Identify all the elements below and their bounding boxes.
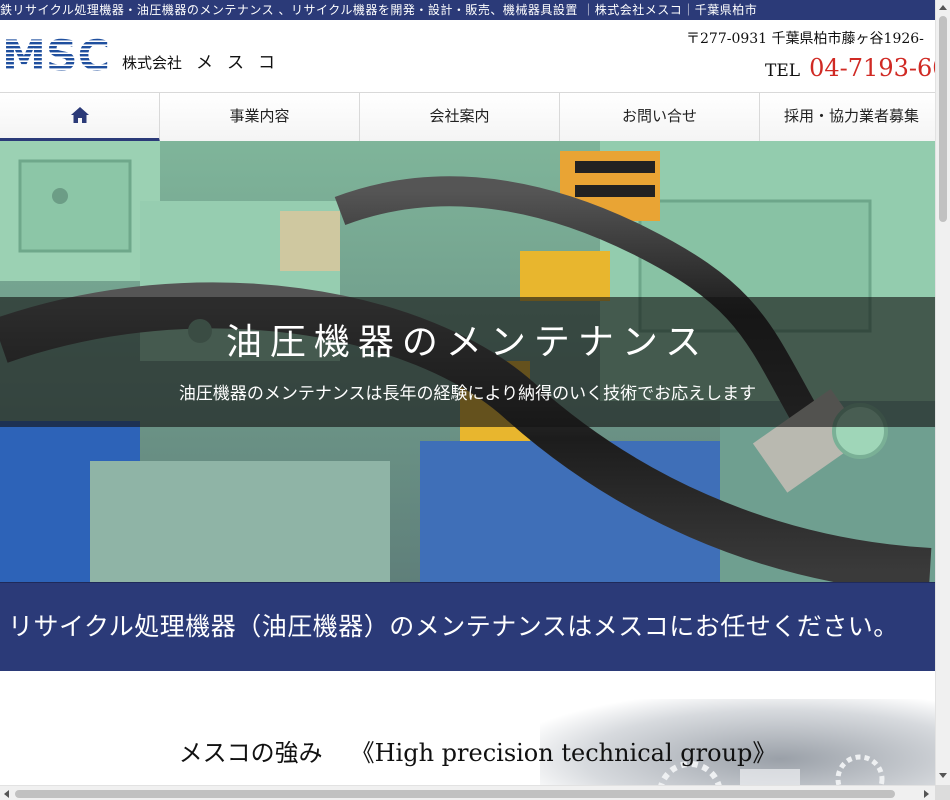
nav-item-recruit[interactable]: 採用・協力業者募集 <box>760 93 935 142</box>
strength-title-en: 《High precision technical group》 <box>350 739 777 767</box>
strength-heading: メスコの強み 《High precision technical group》 <box>0 733 935 768</box>
nav-item-label: 事業内容 <box>229 107 290 125</box>
tel-block: TEL 04-7193-600 <box>765 54 935 82</box>
nav-item-company[interactable]: 会社案内 <box>360 93 560 142</box>
strength-section: メスコの強み 《High precision technical group》 <box>0 671 935 785</box>
nav-item-label: 採用・協力業者募集 <box>784 107 920 125</box>
nav-item-label: お問い合せ <box>621 107 697 125</box>
strength-title-jp: メスコの強み <box>178 739 323 767</box>
nav-item-contact[interactable]: お問い合せ <box>560 93 760 142</box>
scroll-up-arrow-icon[interactable] <box>939 5 947 10</box>
hero-subtitle: 油圧機器のメンテナンスは長年の経験により納得のいく技術でお応えします <box>178 384 757 404</box>
hero-slider: 油圧機器のメンテナンス 油圧機器のメンテナンスは長年の経験により納得のいく技術で… <box>0 141 935 582</box>
company-katakana: メスコ <box>196 53 290 73</box>
company-name: 株式会社 メスコ <box>122 48 289 73</box>
site-header: MSC 株式会社 メスコ 〒277-0931 千葉県柏市藤ヶ谷1926- TEL … <box>0 20 935 92</box>
horizontal-scrollbar[interactable] <box>0 785 935 800</box>
nav-item-business[interactable]: 事業内容 <box>160 93 360 142</box>
scroll-left-arrow-icon[interactable] <box>4 790 9 798</box>
horizontal-scroll-thumb[interactable] <box>15 790 895 798</box>
vertical-scrollbar[interactable] <box>935 0 950 785</box>
catchphrase-text: リサイクル処理機器（油圧機器）のメンテナンスはメスコにお任せください。 <box>8 612 899 641</box>
company-prefix: 株式会社 <box>122 54 183 72</box>
tel-label: TEL <box>765 61 801 81</box>
hero-title: 油圧機器のメンテナンス <box>225 322 710 363</box>
company-address: 〒277-0931 千葉県柏市藤ヶ谷1926- <box>686 31 924 47</box>
global-nav: 事業内容 会社案内 お問い合せ 採用・協力業者募集 <box>0 92 935 142</box>
scroll-down-arrow-icon[interactable] <box>939 773 947 778</box>
scrollbar-corner <box>935 785 950 800</box>
svg-text:MSC: MSC <box>2 34 110 74</box>
msc-logo[interactable]: MSC <box>2 34 112 74</box>
vertical-scroll-thumb[interactable] <box>939 16 947 222</box>
tel-number[interactable]: 04-7193-600 <box>809 54 935 82</box>
catchphrase-banner: リサイクル処理機器（油圧機器）のメンテナンスはメスコにお任せください。 <box>0 582 935 671</box>
nav-item-label: 会社案内 <box>429 107 490 125</box>
top-info-text: 鉄リサイクル処理機器・油圧機器のメンテナンス 、リサイクル機器を開発・設計・販売… <box>0 3 758 17</box>
page-viewport: 鉄リサイクル処理機器・油圧機器のメンテナンス 、リサイクル機器を開発・設計・販売… <box>0 0 935 785</box>
nav-item-home[interactable] <box>0 93 160 142</box>
scroll-right-arrow-icon[interactable] <box>924 790 929 798</box>
home-icon <box>70 107 89 123</box>
top-info-bar: 鉄リサイクル処理機器・油圧機器のメンテナンス 、リサイクル機器を開発・設計・販売… <box>0 0 935 20</box>
